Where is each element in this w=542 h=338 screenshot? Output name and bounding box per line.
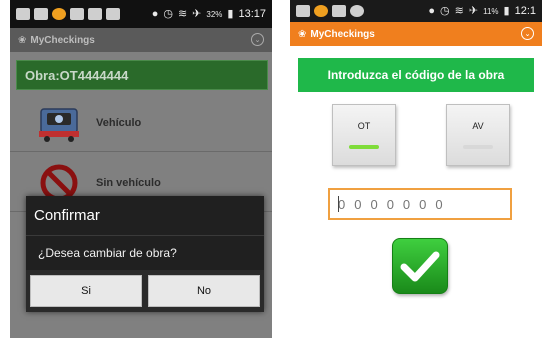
ot-indicator <box>349 145 379 149</box>
battery-icon: ▮ <box>227 7 234 20</box>
cloud-icon <box>350 5 364 17</box>
text-cursor <box>338 196 339 212</box>
yes-button[interactable]: Si <box>30 275 142 307</box>
checkmark-icon <box>400 251 440 282</box>
app-logo-icon: ❀ <box>18 34 27 46</box>
action-bar: ❀ MyCheckings ⌄ <box>290 22 542 46</box>
code-input[interactable] <box>328 188 512 220</box>
wifi-icon: ≋ <box>177 7 188 20</box>
airplane-icon: ✈ <box>468 4 479 17</box>
mail-icon <box>88 8 102 20</box>
action-bar: ❀ MyCheckings ⌄ <box>10 28 272 52</box>
list-item-label: Sin vehículo <box>96 176 161 189</box>
keyboard-icon <box>16 8 30 20</box>
alarm-icon: ◷ <box>440 4 450 17</box>
no-button[interactable]: No <box>148 275 260 307</box>
av-indicator <box>463 145 493 149</box>
ot-toggle-button[interactable]: OT <box>332 104 396 166</box>
menu-chevron-icon[interactable]: ⌄ <box>251 33 264 46</box>
image-icon <box>70 8 84 20</box>
confirm-dialog: Confirmar ¿Desea cambiar de obra? Si No <box>26 196 264 312</box>
confirm-button[interactable] <box>392 238 448 294</box>
battery-icon: ▮ <box>503 4 510 17</box>
status-bar: ● ◷ ≋ ✈ 11% ▮ 12:1 <box>290 0 542 22</box>
status-time: 13:17 <box>238 8 266 20</box>
alarm-icon: ◷ <box>163 7 173 20</box>
location-icon: ● <box>428 4 436 17</box>
image-icon <box>106 8 120 20</box>
instruction-banner: Introduzca el código de la obra <box>298 58 534 92</box>
app-title: MyCheckings <box>30 34 95 46</box>
notification-icons <box>10 8 152 20</box>
list-item-vehicle[interactable]: Vehículo <box>10 94 272 152</box>
battery-percent: 32% <box>206 9 223 19</box>
av-toggle-label: AV <box>472 121 484 131</box>
left-screen: ● ◷ ≋ ✈ 32% ▮ 13:17 ❀ MyCheckings ⌄ Obra… <box>10 0 272 338</box>
truck-icon <box>36 100 82 146</box>
dialog-message: ¿Desea cambiar de obra? <box>38 246 177 260</box>
image-icon <box>332 5 346 17</box>
status-time: 12:1 <box>514 5 536 17</box>
app-title: MyCheckings <box>310 28 375 40</box>
location-icon: ● <box>151 7 159 20</box>
app-icon <box>314 5 328 17</box>
battery-percent: 11% <box>483 6 499 16</box>
mail-icon <box>296 5 310 17</box>
mail-icon <box>34 8 48 20</box>
list-item-label: Vehículo <box>96 116 142 129</box>
av-toggle-button[interactable]: AV <box>446 104 510 166</box>
dialog-title: Confirmar <box>26 196 264 236</box>
app-icon <box>52 8 66 20</box>
app-logo-icon: ❀ <box>298 28 307 40</box>
wifi-icon: ≋ <box>454 4 464 17</box>
airplane-icon: ✈ <box>192 7 202 20</box>
notification-icons <box>290 5 428 17</box>
right-screen: ● ◷ ≋ ✈ 11% ▮ 12:1 ❀ MyCheckings ⌄ Intro… <box>290 0 542 338</box>
status-bar: ● ◷ ≋ ✈ 32% ▮ 13:17 <box>10 0 272 28</box>
ot-toggle-label: OT <box>357 121 371 131</box>
menu-chevron-icon[interactable]: ⌄ <box>521 27 534 40</box>
dialog-buttons: Si No <box>26 270 264 312</box>
obra-banner: Obra:OT4444444 <box>16 60 268 90</box>
